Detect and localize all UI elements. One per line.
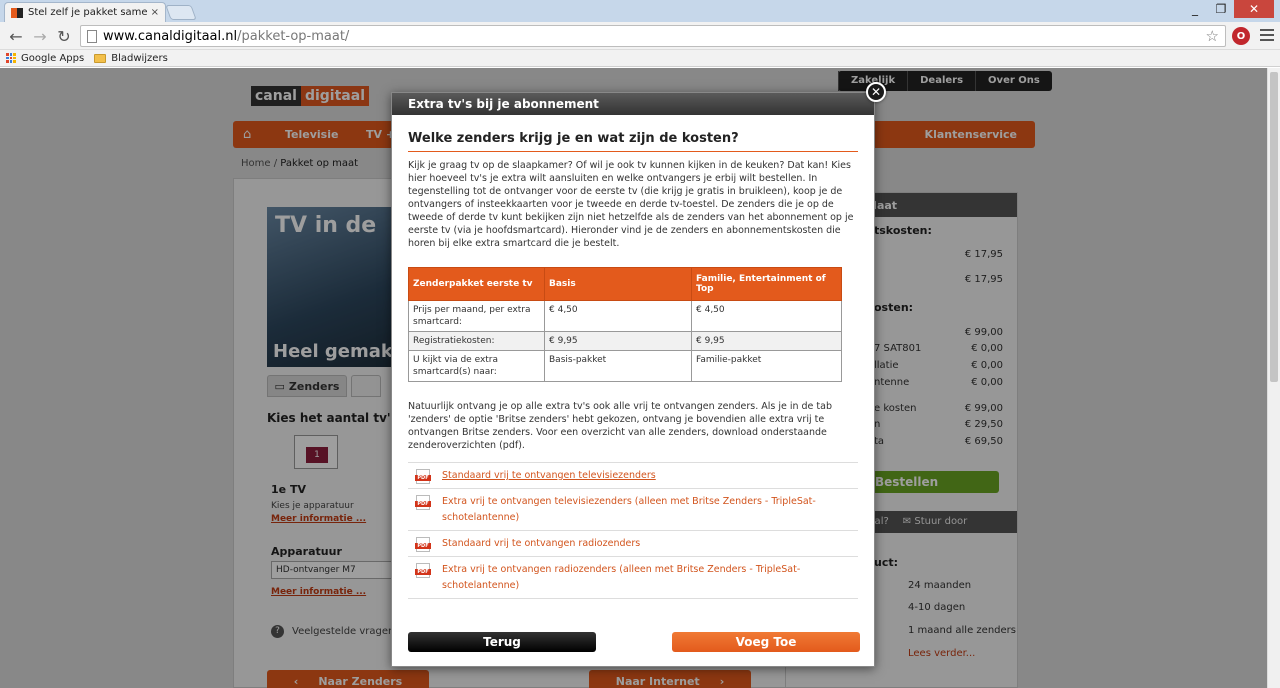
table-header: Familie, Entertainment of Top: [691, 267, 842, 301]
table-header: Basis: [544, 267, 692, 301]
table-cell: Familie-pakket: [691, 350, 842, 382]
forward-arrow-icon[interactable]: →: [30, 26, 50, 46]
table-header: Zenderpakket eerste tv: [408, 267, 545, 301]
modal-title: Welke zenders krijg je en wat zijn de ko…: [408, 131, 858, 152]
pdf-icon: PDF: [415, 537, 431, 552]
download-link[interactable]: Standaard vrij te ontvangen televisiezen…: [442, 468, 656, 484]
download-item[interactable]: PDF Extra vrij te ontvangen radiozenders…: [408, 557, 858, 599]
extra-tv-modal: Extra tv's bij je abonnement ✕ Welke zen…: [391, 82, 886, 667]
download-item[interactable]: PDF Standaard vrij te ontvangen radiozen…: [408, 531, 858, 557]
apps-grid-icon: [6, 53, 16, 63]
download-link[interactable]: Standaard vrij te ontvangen radiozenders: [442, 536, 640, 552]
address-bar[interactable]: www.canaldigitaal.nl/pakket-op-maat/ ☆: [80, 25, 1226, 47]
url-path: /pakket-op-maat/: [237, 28, 350, 44]
chrome-menu-icon[interactable]: [1260, 27, 1274, 43]
reload-icon[interactable]: ↻: [54, 26, 74, 46]
close-icon[interactable]: ✕: [866, 82, 886, 102]
url-host: www.canaldigitaal.nl: [103, 28, 238, 44]
modal-footer: Terug Voeg Toe: [392, 630, 874, 654]
bookmarks-bar: Google Apps Bladwijzers: [0, 50, 1280, 67]
tab-close-icon[interactable]: ×: [151, 7, 159, 18]
bookmark-star-icon[interactable]: ☆: [1206, 27, 1219, 45]
pdf-icon: PDF: [415, 495, 431, 510]
table-cell: Registratiekosten:: [408, 331, 545, 351]
download-item[interactable]: PDF Extra vrij te ontvangen televisiezen…: [408, 489, 858, 531]
browser-toolbar: ← → ↻ www.canaldigitaal.nl/pakket-op-maa…: [0, 22, 1280, 50]
bookmark-folder-bladwijzers[interactable]: Bladwijzers: [94, 53, 168, 64]
tab-title: Stel zelf je pakket samen m: [28, 7, 147, 18]
table-cell: Basis-pakket: [544, 350, 692, 382]
pdf-icon: PDF: [415, 469, 431, 484]
bookmark-label: Bladwijzers: [111, 52, 168, 64]
page-scrollbar[interactable]: [1267, 68, 1280, 688]
download-link[interactable]: Extra vrij te ontvangen televisiezenders…: [442, 494, 858, 526]
pdf-icon: PDF: [415, 563, 431, 578]
canal-digitaal-favicon-icon: [11, 7, 23, 18]
table-row: Registratiekosten: € 9,95 € 9,95: [408, 331, 842, 351]
table-cell: U kijkt via de extra smartcard(s) naar:: [408, 350, 545, 382]
minimize-button[interactable]: _: [1182, 0, 1208, 18]
browser-tab[interactable]: Stel zelf je pakket samen m ×: [4, 2, 166, 22]
table-row: U kijkt via de extra smartcard(s) naar: …: [408, 350, 842, 382]
scrollbar-thumb[interactable]: [1270, 72, 1278, 382]
window-controls: _ ❐ ✕: [1182, 0, 1274, 18]
table-cell: Prijs per maand, per extra smartcard:: [408, 300, 545, 332]
add-button[interactable]: Voeg Toe: [672, 632, 860, 652]
back-button[interactable]: Terug: [408, 632, 596, 652]
table-cell: € 4,50: [691, 300, 842, 332]
maximize-button[interactable]: ❐: [1208, 0, 1234, 18]
page-icon: [87, 29, 97, 43]
download-link[interactable]: Extra vrij te ontvangen radiozenders (al…: [442, 562, 858, 594]
table-cell: € 9,95: [544, 331, 692, 351]
folder-icon: [94, 53, 107, 63]
browser-tabstrip: Stel zelf je pakket samen m × _ ❐ ✕: [0, 0, 1280, 22]
download-item[interactable]: PDF Standaard vrij te ontvangen televisi…: [408, 463, 858, 489]
price-table: Zenderpakket eerste tv Basis Familie, En…: [408, 267, 842, 382]
extension-icon[interactable]: O: [1232, 27, 1250, 45]
modal-outro-text: Natuurlijk ontvang je op alle extra tv's…: [408, 401, 832, 451]
modal-intro-text: Kijk je graag tv op de slaapkamer? Of wi…: [408, 160, 854, 249]
close-window-button[interactable]: ✕: [1234, 0, 1274, 18]
modal-header: Extra tv's bij je abonnement: [392, 93, 874, 115]
download-list: PDF Standaard vrij te ontvangen televisi…: [408, 462, 858, 599]
new-tab-button[interactable]: [165, 5, 197, 20]
table-cell: € 9,95: [691, 331, 842, 351]
modal-content[interactable]: Welke zenders krijg je en wat zijn de ko…: [392, 115, 874, 599]
bookmark-google-apps[interactable]: Google Apps: [6, 53, 84, 64]
back-arrow-icon[interactable]: ←: [6, 26, 26, 46]
table-cell: € 4,50: [544, 300, 692, 332]
table-row: Prijs per maand, per extra smartcard: € …: [408, 300, 842, 332]
bookmark-label: Google Apps: [21, 52, 85, 64]
